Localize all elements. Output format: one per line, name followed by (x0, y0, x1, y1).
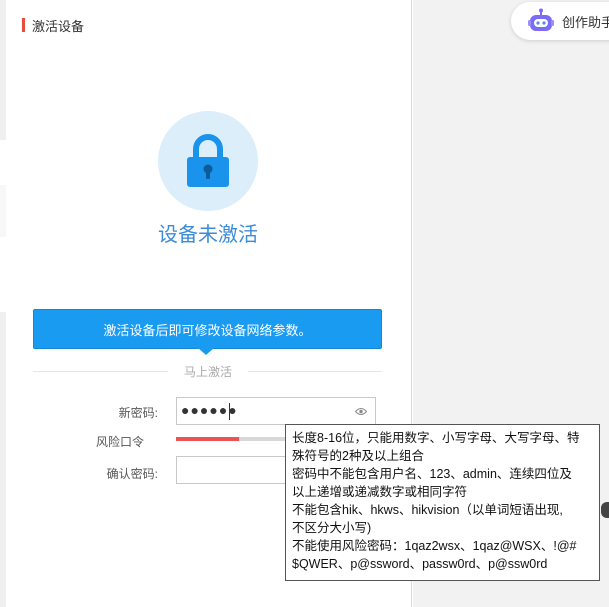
confirm-password-label: 确认密码: (106, 467, 158, 481)
side-edge-handle (601, 502, 609, 518)
eye-icon[interactable] (355, 407, 367, 416)
new-password-input[interactable]: ●●●●●● (176, 397, 376, 425)
info-banner-arrow (198, 348, 214, 355)
text-caret (229, 403, 230, 420)
info-banner: 激活设备后即可修改设备网络参数。 (33, 309, 382, 349)
password-strength-meter (176, 437, 291, 441)
risk-label: 风险口令 (96, 435, 145, 449)
left-edge-strip (0, 312, 6, 607)
tooltip-line: 长度8-16位，只能用数字、小写字母、大写字母、特 (292, 431, 580, 445)
creation-assistant-button[interactable]: 创作助手 (511, 2, 609, 40)
assistant-label: 创作助手 (562, 14, 609, 30)
tooltip-line: 密码中不能包含用户名、123、admin、连续四位及 (292, 467, 572, 481)
divider-left (33, 371, 168, 372)
password-rules-tooltip: 长度8-16位，只能用数字、小写字母、大写字母、特 殊符号的2种及以上组合 密码… (285, 424, 600, 581)
left-edge-strip (0, 0, 6, 140)
divider-right (248, 371, 382, 372)
section-header: 激活设备 (22, 15, 84, 35)
tooltip-line: 以上递增或递减数字或相同字符 (292, 485, 468, 499)
status-text: 设备未激活 (158, 224, 258, 246)
tooltip-line: $QWER、p@ssword、passw0rd、p@ssw0rd (292, 557, 548, 571)
robot-icon (528, 8, 554, 31)
tooltip-line: 殊符号的2种及以上组合 (292, 449, 424, 463)
section-title: 激活设备 (32, 18, 85, 34)
tooltip-line: 不区分大小写) (292, 521, 372, 535)
lock-status-badge (158, 111, 258, 211)
activate-now-link[interactable]: 马上激活 (168, 363, 248, 380)
lock-icon (187, 134, 229, 187)
new-password-label: 新密码: (118, 406, 158, 420)
password-strength-fill (176, 437, 240, 441)
section-accent-bar (22, 18, 25, 32)
tooltip-line: 不能使用风险密码：1qaz2wsx、1qaz@WSX、!@# (292, 539, 577, 553)
left-edge-strip (0, 185, 6, 237)
tooltip-line: 不能包含hik、hkws、hikvision（以单词短语出现, (292, 503, 563, 517)
